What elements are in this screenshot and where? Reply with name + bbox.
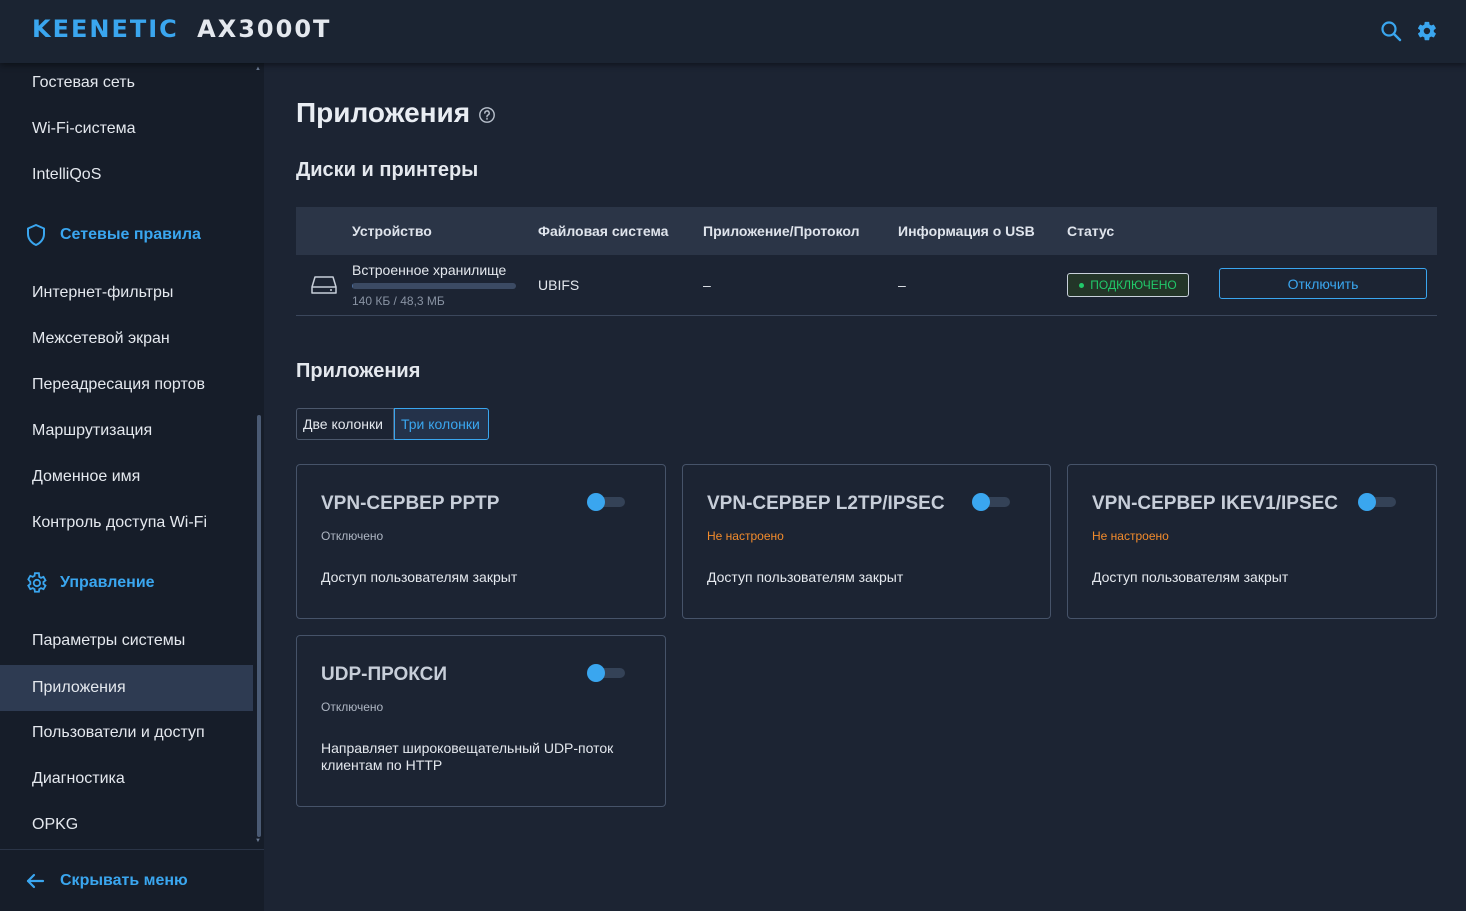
gear-icon <box>27 572 47 593</box>
storage-usage-text: 140 КБ / 48,3 МБ <box>352 294 445 308</box>
sidebar-divider <box>0 849 264 850</box>
card-status: Не настроено <box>1092 529 1169 543</box>
sidebar-item-domain-name[interactable]: Доменное имя <box>0 454 253 500</box>
card-status: Отключено <box>321 700 384 714</box>
column-header-protocol[interactable]: Приложение/Протокол <box>703 223 860 239</box>
switch-knob <box>972 493 990 511</box>
table-header-row: Устройство Файловая система Приложение/П… <box>296 207 1437 255</box>
card-status: Не настроено <box>707 529 784 543</box>
disconnect-button[interactable]: Отключить <box>1219 268 1427 299</box>
protocol-value: – <box>703 277 711 293</box>
vpn-pptp-switch[interactable] <box>587 493 627 511</box>
card-status: Отключено <box>321 529 384 543</box>
card-title: VPN-СЕРВЕР PPTP <box>321 493 500 514</box>
arrow-left-icon <box>26 873 45 889</box>
sidebar-item-intelliqos[interactable]: IntelliQoS <box>0 152 253 198</box>
filesystem-value: UBIFS <box>538 277 580 293</box>
disks-section-title: Диски и принтеры <box>296 159 479 181</box>
column-header-status[interactable]: Статус <box>1067 223 1114 239</box>
sidebar-group-management[interactable]: Управление <box>0 560 253 606</box>
column-header-usb-info[interactable]: Информация о USB <box>898 223 1035 239</box>
card-title: VPN-СЕРВЕР IKEV1/IPSEC <box>1092 493 1339 514</box>
usb-info-value: – <box>898 277 906 293</box>
udp-proxy-switch[interactable] <box>587 664 627 682</box>
shield-icon <box>27 224 45 246</box>
sidebar-scroll-area[interactable]: Гостевая сеть Wi-Fi-система IntelliQoS С… <box>0 63 254 849</box>
view-toggle: Две колонки Три колонки <box>296 408 489 440</box>
hide-menu-button[interactable]: Скрывать меню <box>24 867 188 895</box>
page-title-text: Приложения <box>296 97 471 128</box>
search-icon[interactable] <box>1380 20 1402 42</box>
status-badge: ПОДКЛЮЧЕНО <box>1067 273 1189 297</box>
scroll-up-arrow[interactable]: ▲ <box>255 66 261 72</box>
sidebar-item-wifi-system[interactable]: Wi-Fi-система <box>0 106 253 152</box>
vpn-l2tp-switch[interactable] <box>972 493 1012 511</box>
page-title: Приложения <box>296 97 496 129</box>
status-badge-text: ПОДКЛЮЧЕНО <box>1090 278 1177 292</box>
gear-icon[interactable] <box>1416 20 1438 42</box>
hide-menu-label: Скрывать меню <box>60 872 188 889</box>
sidebar-item-applications[interactable]: Приложения <box>0 665 253 711</box>
brand-model-part: AX3000T <box>197 15 331 43</box>
vpn-ikev1-switch[interactable] <box>1358 493 1398 511</box>
card-description: Доступ пользователям закрыт <box>1092 569 1289 585</box>
app-card-vpn-pptp[interactable]: VPN-СЕРВЕР PPTP Отключено Доступ пользов… <box>296 464 666 619</box>
sidebar-item-port-forwarding[interactable]: Переадресация портов <box>0 362 253 408</box>
sidebar-group-label: Сетевые правила <box>60 226 201 243</box>
scroll-down-arrow[interactable]: ▼ <box>255 838 261 844</box>
sidebar-item-routing[interactable]: Маршрутизация <box>0 408 253 454</box>
card-description: Доступ пользователям закрыт <box>707 569 904 585</box>
switch-knob <box>587 493 605 511</box>
app-header: KEENETIC AX3000T <box>0 0 1466 63</box>
sidebar-item-guest-network[interactable]: Гостевая сеть <box>0 63 253 106</box>
sidebar-group-label: Управление <box>60 574 155 591</box>
column-header-filesystem[interactable]: Файловая система <box>538 223 668 239</box>
card-title: UDP-ПРОКСИ <box>321 664 448 685</box>
main-content: Приложения Диски и принтеры Устройство Ф… <box>264 63 1466 911</box>
sidebar-scrollbar-thumb[interactable] <box>257 415 261 837</box>
brand-name-part: KEENETIC <box>32 15 179 43</box>
svg-text:KEENETIC AX3000T: KEENETIC AX3000T <box>32 15 331 43</box>
disks-table: Устройство Файловая система Приложение/П… <box>296 207 1437 316</box>
two-columns-button[interactable]: Две колонки <box>296 408 394 440</box>
app-card-vpn-l2tp[interactable]: VPN-СЕРВЕР L2TP/IPSEC Не настроено Досту… <box>682 464 1051 619</box>
sidebar-item-users-access[interactable]: Пользователи и доступ <box>0 710 253 756</box>
column-header-device[interactable]: Устройство <box>352 223 432 239</box>
card-description: Доступ пользователям закрыт <box>321 569 518 585</box>
help-icon[interactable] <box>478 106 496 124</box>
app-card-vpn-ikev1[interactable]: VPN-СЕРВЕР IKEV1/IPSEC Не настроено Дост… <box>1067 464 1437 619</box>
status-dot <box>1079 282 1085 288</box>
brand-logo[interactable]: KEENETIC AX3000T <box>32 14 352 44</box>
switch-knob <box>587 664 605 682</box>
hard-drive-icon <box>311 276 337 294</box>
app-card-udp-proxy[interactable]: UDP-ПРОКСИ Отключено Направляет широкове… <box>296 635 666 807</box>
apps-section-title: Приложения <box>296 360 421 382</box>
storage-usage-bar <box>352 283 516 289</box>
table-row[interactable]: Встроенное хранилище 140 КБ / 48,3 МБ UB… <box>296 255 1437 316</box>
device-name: Встроенное хранилище <box>352 262 507 278</box>
sidebar-item-wifi-access-control[interactable]: Контроль доступа Wi-Fi <box>0 500 253 546</box>
switch-knob <box>1358 493 1376 511</box>
sidebar-item-internet-filters[interactable]: Интернет-фильтры <box>0 270 253 316</box>
sidebar-group-network-rules[interactable]: Сетевые правила <box>0 212 253 258</box>
card-title: VPN-СЕРВЕР L2TP/IPSEC <box>707 493 945 514</box>
sidebar-item-opkg[interactable]: OPKG <box>0 802 253 848</box>
three-columns-button[interactable]: Три колонки <box>394 408 489 440</box>
card-description: Направляет широковещательный UDP-поток к… <box>321 740 614 773</box>
sidebar: Гостевая сеть Wi-Fi-система IntelliQoS С… <box>0 63 264 911</box>
sidebar-item-system-settings[interactable]: Параметры системы <box>0 618 253 664</box>
sidebar-item-firewall[interactable]: Межсетевой экран <box>0 316 253 362</box>
sidebar-item-diagnostics[interactable]: Диагностика <box>0 756 253 802</box>
